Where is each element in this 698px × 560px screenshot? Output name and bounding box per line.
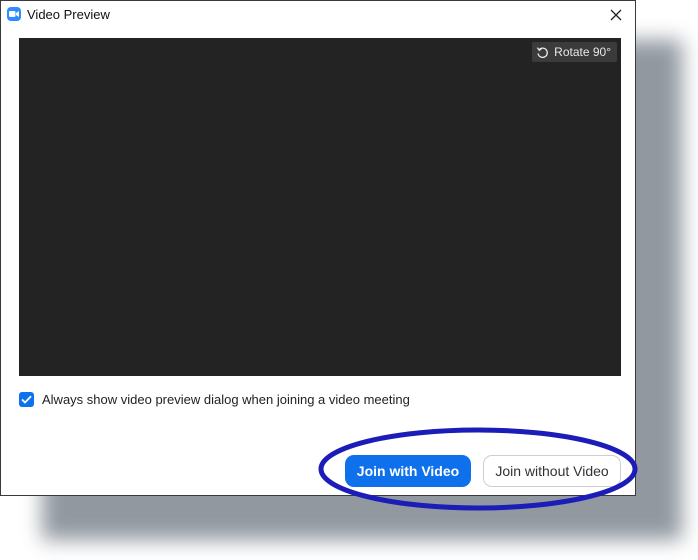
close-icon <box>610 9 622 21</box>
join-without-video-button[interactable]: Join without Video <box>483 455 621 487</box>
always-show-preview-checkbox[interactable] <box>19 392 34 407</box>
zoom-camera-icon <box>7 7 21 21</box>
rotate-label: Rotate 90° <box>554 45 611 59</box>
rotate-icon <box>537 46 549 58</box>
checkmark-icon <box>21 395 32 404</box>
always-show-preview-label: Always show video preview dialog when jo… <box>42 392 410 407</box>
window-title: Video Preview <box>27 7 110 22</box>
always-show-preview-option[interactable]: Always show video preview dialog when jo… <box>19 392 410 407</box>
title-bar: Video Preview <box>1 1 635 29</box>
video-preview-window: Video Preview Rotate 90° Always show vid… <box>0 0 636 496</box>
screenshot-stage: Video Preview Rotate 90° Always show vid… <box>0 0 698 560</box>
rotate-button[interactable]: Rotate 90° <box>532 42 617 62</box>
close-button[interactable] <box>603 3 629 27</box>
join-with-video-button[interactable]: Join with Video <box>345 455 471 487</box>
video-preview-area: Rotate 90° <box>19 38 621 376</box>
